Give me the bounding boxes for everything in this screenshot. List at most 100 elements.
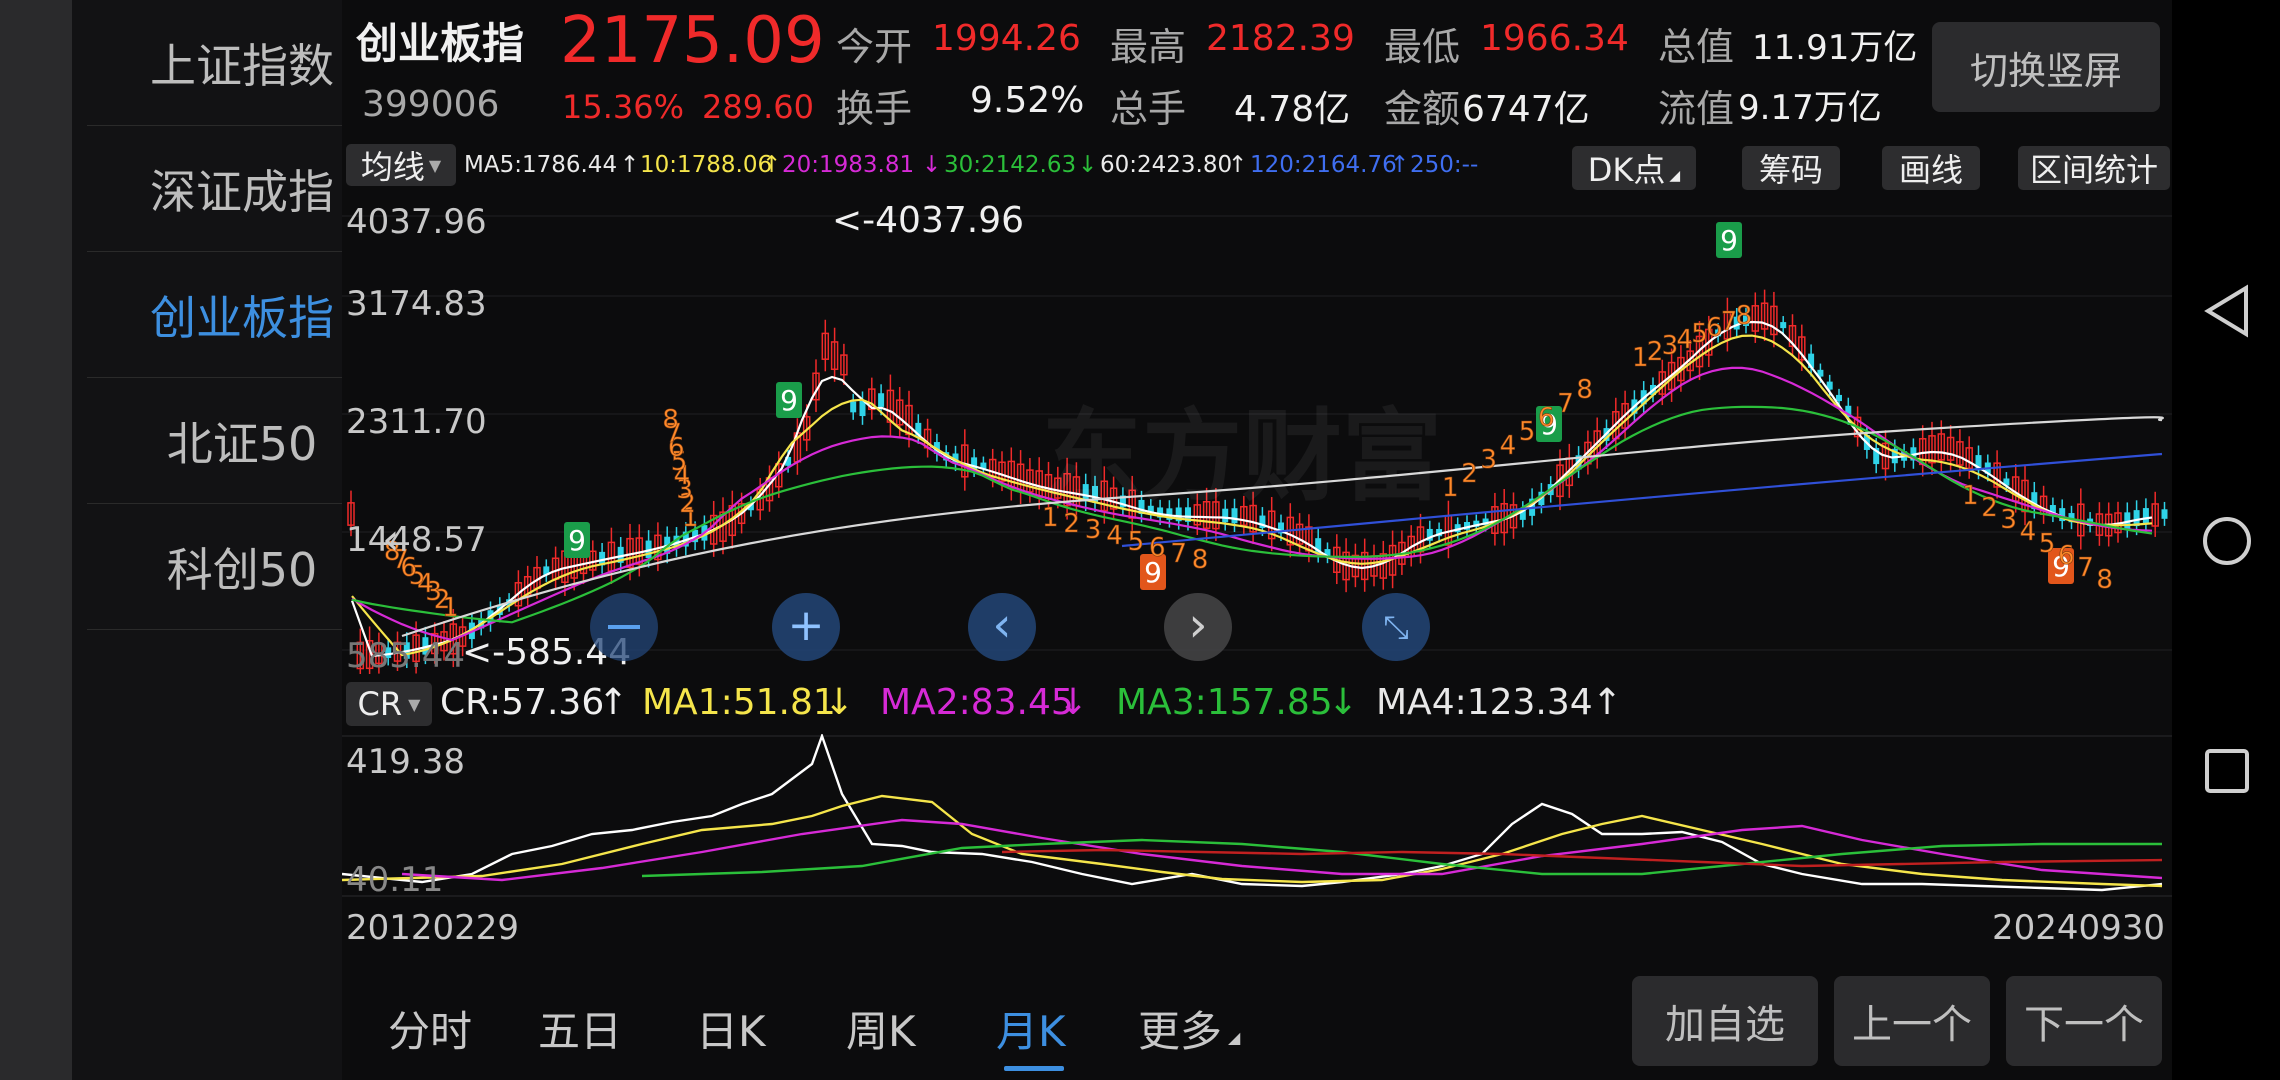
draw-line-button[interactable]: 画线 [1882,146,1980,190]
chevron-right-icon: › [1188,597,1208,653]
cr-ma2-arrow-icon: ↓ [1058,682,1089,723]
chip-distribution-button[interactable]: 筹码 [1742,146,1840,190]
dropdown-icon: ▼ [428,155,442,175]
ma5-value: MA5:1786.44 [464,152,618,178]
high-label: 最高 [1110,25,1187,69]
ma-selector[interactable]: 均线 ▼ [346,144,456,186]
buy-count-1-7: 8 [662,405,679,435]
amount-value: 6747亿 [1462,89,1590,130]
collapse-icon: ⤡ [1383,608,1409,646]
volume-label: 总手 [1110,87,1187,131]
cr-y-bottom: 40.11 [346,860,444,900]
switch-portrait-button[interactable]: 切换竖屏 [1932,22,2160,112]
chevron-left-icon: ‹ [992,597,1012,653]
index-sidebar: 上证指数 深证成指 创业板指 北证50 科创50 [72,0,397,1080]
buy-count-3-1: 2 [1461,459,1478,489]
total-value: 11.91万亿 [1752,28,1918,68]
buy-count-5-3: 4 [2020,517,2037,547]
buy-count-3-6: 7 [1557,389,1574,419]
next-button[interactable]: 下一个 [2006,976,2162,1066]
buy-count-5-1: 2 [1981,493,1998,523]
buy-count-2-7: 8 [1192,545,1209,575]
float-value: 9.17万亿 [1738,88,1882,128]
tab-weekly-k[interactable]: 周K [846,998,916,1059]
cr-ma3-line [641,838,2162,878]
buy-count-5-5: 6 [2058,541,2075,571]
high-value: 2182.39 [1206,18,1355,59]
max-annotation: <-4037.96 [832,200,1025,241]
index-name: 创业板指 [356,19,525,68]
system-navbar [2172,0,2280,1080]
low-label: 最低 [1384,25,1461,69]
turnover-label: 换手 [836,87,913,131]
signal-nine-1: 9 [780,384,798,417]
candle-body [2161,509,2168,519]
zoom-in-button[interactable]: + [772,593,840,661]
tab-daily-k[interactable]: 日K [696,998,766,1059]
tab-more[interactable]: 更多 [1138,998,1222,1059]
dk-point-button[interactable]: DK点 ◢ [1572,146,1696,190]
end-date: 20240930 [1992,908,2166,948]
corner-arrow-icon: ◢ [1228,1028,1241,1047]
triangle-left-icon[interactable] [2202,284,2252,338]
tab-monthly-k[interactable]: 月K [996,998,1066,1059]
current-price: 2175.09 [560,4,825,78]
ma250-value: 250:-- [1410,152,1479,178]
plus-icon: + [787,600,825,651]
cr-indicator-chart[interactable] [342,734,2172,898]
buy-count-3-3: 4 [1500,431,1517,461]
corner-arrow-icon: ◢ [1669,168,1681,184]
ma20-value: 20:1983.81 [782,152,915,178]
cr-ma1-arrow-icon: ↓ [824,682,855,723]
candle-body [850,401,857,413]
range-stats-button[interactable]: 区间统计 [2018,146,2170,190]
cr-ma1-line [342,794,2163,888]
ma120-value: 120:2164.76 [1250,152,1397,178]
y-label-3: 2311.70 [346,402,487,442]
buy-count-5-4: 5 [2039,529,2056,559]
tab-intraday[interactable]: 分时 [388,998,472,1059]
cr-ma3-arrow-icon: ↓ [1328,682,1359,723]
buy-count-2-6: 7 [1170,539,1187,569]
add-watchlist-button[interactable]: 加自选 [1632,976,1818,1066]
amount-label: 金额 [1384,87,1461,131]
change-percent: 15.36% [562,88,685,126]
float-value-label: 流值 [1658,87,1735,131]
cr-ma3-value: MA3:157.85 [1116,682,1333,723]
shrink-button[interactable]: ⤡ [1362,593,1430,661]
dk-point-label: DK点 [1587,151,1666,189]
ma30-arrow-icon: ↓ [1078,152,1098,178]
cr-ma4-value: MA4:123.34 [1376,682,1593,723]
buy-count-3-0: 1 [1442,473,1459,503]
tab-five-day[interactable]: 五日 [538,998,622,1059]
ma-selector-label: 均线 [360,148,425,186]
square-icon[interactable] [2204,748,2250,794]
scroll-right-button[interactable]: › [1164,593,1232,661]
buy-count-3-5: 6 [1538,403,1555,433]
previous-button[interactable]: 上一个 [1834,976,1990,1066]
cr-arrow-icon: ↑ [598,682,629,723]
y-label-1: 4037.96 [346,202,487,242]
main-panel: 创业板指 399006 2175.09 15.36% 289.60 今开 199… [342,0,2172,1080]
low-value: 1966.34 [1480,18,1629,59]
open-label: 今开 [836,25,913,69]
ma30-value: 30:2142.63 [944,152,1077,178]
buy-count-3-7: 8 [1576,375,1593,405]
dropdown-icon: ▼ [408,694,421,714]
indicator-selector[interactable]: CR ▼ [346,682,432,726]
buy-count-2-5: 6 [1149,533,1166,563]
zoom-out-button[interactable] [590,593,658,661]
buy-count-5-2: 3 [2000,505,2017,535]
open-value: 1994.26 [932,18,1081,59]
buy-count-2-4: 5 [1128,527,1145,557]
candle-body [2142,508,2149,524]
scroll-left-button[interactable]: ‹ [968,593,1036,661]
ma10-value: 10:1788.06 [640,152,773,178]
start-date: 20120229 [346,908,520,948]
circle-icon[interactable] [2200,514,2254,568]
buy-count-3-4: 5 [1519,417,1536,447]
change-amount: 289.60 [702,88,814,126]
chevron-left-icon[interactable]: ‹ [382,514,400,565]
cr-value: CR:57.36 [440,682,605,723]
ma60-value: 60:2423.80 [1100,152,1233,178]
